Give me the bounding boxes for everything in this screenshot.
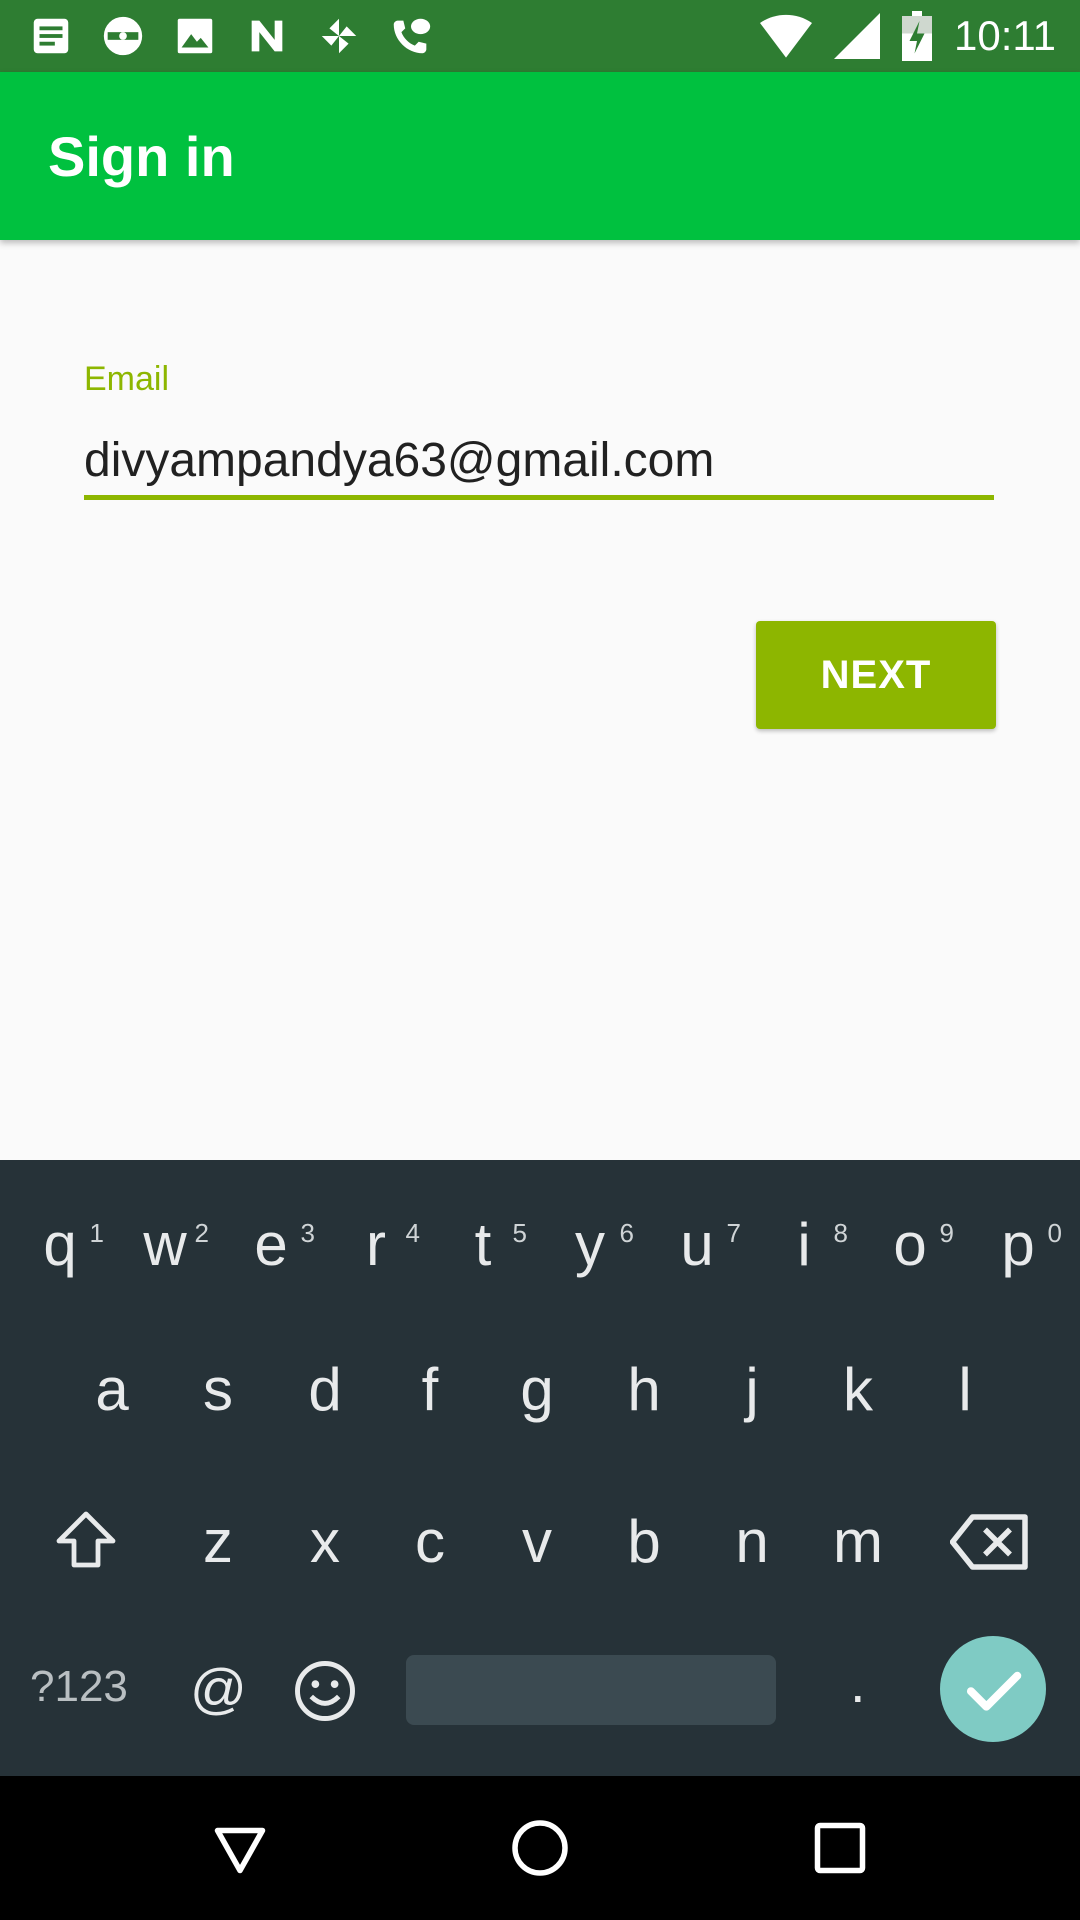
pinwheel-icon (321, 18, 357, 54)
key-o[interactable]: o9 (870, 1205, 954, 1285)
message-icon (33, 18, 69, 54)
home-icon[interactable] (510, 1818, 570, 1878)
next-button[interactable]: NEXT (756, 621, 996, 729)
key-hint: 6 (619, 1218, 634, 1248)
key-b[interactable]: b (604, 1502, 684, 1582)
wifi-icon (760, 14, 812, 58)
period-key[interactable]: . (850, 1650, 866, 1715)
key-hint: 1 (89, 1218, 104, 1248)
key-i[interactable]: i8 (764, 1205, 848, 1285)
email-label: Email (84, 360, 170, 398)
at-key[interactable]: @ (190, 1656, 247, 1721)
backspace-key[interactable] (950, 1512, 1030, 1572)
key-x[interactable]: x (285, 1502, 365, 1582)
emoji-icon[interactable] (292, 1658, 358, 1724)
key-label: u (680, 1211, 714, 1278)
key-a[interactable]: a (72, 1350, 152, 1430)
signal-icon (834, 13, 880, 59)
key-v[interactable]: v (497, 1502, 577, 1582)
sync-icon (103, 16, 143, 56)
key-r[interactable]: r4 (336, 1205, 420, 1285)
key-l[interactable]: l (925, 1350, 1005, 1430)
key-hint: 5 (512, 1218, 527, 1248)
page-title: Sign in (48, 125, 235, 188)
key-d[interactable]: d (285, 1350, 365, 1430)
key-h[interactable]: h (604, 1350, 684, 1430)
status-icons: 10:11 (760, 0, 1056, 72)
key-label: p (1001, 1211, 1035, 1278)
navigation-bar (0, 1776, 1080, 1920)
key-g[interactable]: g (497, 1350, 577, 1430)
clock: 10:11 (954, 12, 1056, 59)
key-k[interactable]: k (818, 1350, 898, 1430)
image-icon (177, 18, 213, 54)
key-label: e (254, 1211, 288, 1278)
key-label: y (575, 1211, 605, 1278)
key-label: i (797, 1211, 811, 1278)
key-w[interactable]: w2 (125, 1205, 209, 1285)
key-hint: 8 (833, 1218, 848, 1248)
key-c[interactable]: c (390, 1502, 470, 1582)
key-hint: 9 (939, 1218, 954, 1248)
check-icon (966, 1671, 1022, 1711)
key-p[interactable]: p0 (978, 1205, 1062, 1285)
status-bar: 10:11 (0, 0, 1080, 72)
key-m[interactable]: m (818, 1502, 898, 1582)
notification-icons (28, 12, 434, 60)
symbols-key[interactable]: ?123 (30, 1662, 128, 1712)
key-e[interactable]: e3 (231, 1205, 315, 1285)
key-s[interactable]: s (178, 1350, 258, 1430)
voicemail-icon (393, 18, 431, 54)
key-n[interactable]: n (712, 1502, 792, 1582)
key-hint: 4 (405, 1218, 420, 1248)
key-label: o (893, 1211, 927, 1278)
key-hint: 7 (726, 1218, 741, 1248)
key-u[interactable]: u7 (657, 1205, 741, 1285)
key-hint: 3 (300, 1218, 315, 1248)
key-j[interactable]: j (712, 1350, 792, 1430)
key-y[interactable]: y6 (550, 1205, 634, 1285)
app-toolbar: Sign in (0, 72, 1080, 240)
recents-icon[interactable] (810, 1818, 870, 1878)
email-field[interactable] (84, 425, 994, 500)
space-bar[interactable] (406, 1655, 776, 1725)
key-z[interactable]: z (178, 1502, 258, 1582)
battery-charging-icon (902, 11, 932, 61)
key-label: q (43, 1211, 77, 1278)
n-icon (251, 20, 283, 52)
key-label: r (366, 1211, 386, 1278)
key-label: t (474, 1211, 492, 1278)
key-q[interactable]: q1 (20, 1205, 104, 1285)
key-hint: 2 (194, 1218, 209, 1248)
key-label: w (143, 1211, 187, 1278)
key-hint: 0 (1047, 1218, 1062, 1248)
enter-key[interactable] (940, 1636, 1046, 1742)
key-f[interactable]: f (390, 1350, 470, 1430)
key-t[interactable]: t5 (443, 1205, 527, 1285)
back-icon[interactable] (210, 1818, 270, 1878)
shift-key[interactable] (50, 1505, 122, 1577)
